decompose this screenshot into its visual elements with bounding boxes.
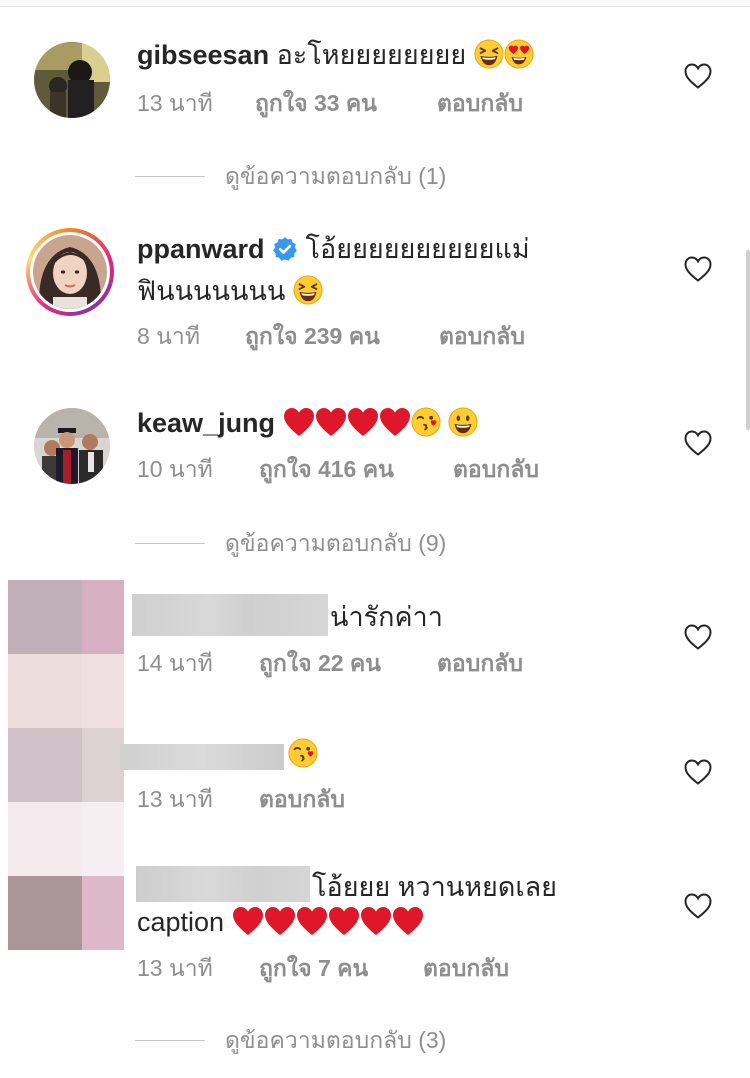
red-heart-emoji [328, 906, 360, 936]
like-count[interactable]: ถูกใจ 33 คน [255, 88, 377, 118]
avatar[interactable] [33, 235, 107, 309]
reply-button[interactable]: ตอบกลับ [259, 784, 345, 814]
red-heart-emoji [392, 906, 424, 936]
comment-text: อะโหยยยยยยยย [276, 40, 467, 70]
timestamp: 13 นาที [137, 786, 213, 812]
reply-button[interactable]: ตอบกลับ [437, 88, 523, 118]
like-count[interactable]: ถูกใจ 239 คน [245, 321, 380, 351]
like-count[interactable]: ถูกใจ 416 คน [259, 454, 394, 484]
red-heart-emoji [264, 906, 296, 936]
comment-line: น่ารักค่าา [330, 600, 443, 634]
view-replies-label[interactable]: ดูข้อความตอบกลับ (9) [225, 528, 446, 558]
red-heart-emoji [296, 906, 328, 936]
timestamp: 14 นาที [137, 650, 213, 676]
like-heart-icon[interactable] [684, 893, 712, 919]
red-heart-emoji [360, 906, 392, 936]
comment-meta: 13 นาที ถูกใจ 33 คน ตอบกลับ [137, 88, 557, 118]
red-heart-emoji [232, 906, 264, 936]
laughing-emoji [474, 39, 504, 69]
like-count[interactable]: ถูกใจ 7 คน [259, 953, 368, 983]
timestamp: 13 นาที [137, 955, 213, 981]
timestamp: 10 นาที [137, 456, 213, 482]
like-heart-icon[interactable] [684, 63, 712, 89]
timestamp: 13 นาที [137, 90, 213, 116]
red-heart-emoji [283, 407, 315, 437]
heart-eyes-emoji [504, 39, 534, 69]
reply-button[interactable]: ตอบกลับ [453, 454, 539, 484]
username[interactable]: keaw_jung [137, 408, 275, 438]
blurred-username [132, 594, 328, 636]
blurred-username [136, 866, 310, 902]
view-replies[interactable]: ดูข้อความตอบกลับ (1) [135, 161, 495, 191]
blurred-username [120, 744, 284, 770]
like-heart-icon[interactable] [684, 256, 712, 282]
comment-meta: 10 นาที ถูกใจ 416 คน ตอบกลับ [137, 454, 577, 484]
view-replies[interactable]: ดูข้อความตอบกลับ (9) [135, 528, 495, 558]
like-heart-icon[interactable] [684, 430, 712, 456]
grinning-emoji [448, 407, 478, 437]
divider-line [135, 176, 205, 177]
comment-line: ฟินนนนนนน [137, 274, 323, 308]
username[interactable]: ppanward [137, 234, 265, 264]
divider-line [135, 1040, 205, 1041]
red-heart-emoji [379, 407, 411, 437]
avatar[interactable] [34, 42, 110, 118]
reply-button[interactable]: ตอบกลับ [439, 321, 525, 351]
kissing-emoji [411, 407, 441, 437]
red-heart-emoji [347, 407, 379, 437]
view-replies-label[interactable]: ดูข้อความตอบกลับ (1) [225, 161, 446, 191]
comment-line: keaw_jung [137, 406, 478, 440]
timestamp: 8 นาที [137, 323, 200, 349]
like-heart-icon[interactable] [684, 624, 712, 650]
like-count[interactable]: ถูกใจ 22 คน [259, 648, 381, 678]
comment-line: gibseesan อะโหยยยยยยยย [137, 38, 534, 72]
like-heart-icon[interactable] [684, 759, 712, 785]
pixelated-avatars [8, 580, 124, 950]
view-replies-label[interactable]: ดูข้อความตอบกลับ (3) [225, 1025, 446, 1055]
top-divider [0, 0, 750, 7]
laughing-emoji [293, 275, 323, 305]
comment-meta: 13 นาที ตอบกลับ [137, 784, 437, 814]
view-replies[interactable]: ดูข้อความตอบกลับ (3) [135, 1025, 495, 1055]
comment-text: ฟินนนนนนน [137, 276, 286, 306]
comment-line: โอ้ยยย หวานหยดเลย [312, 870, 557, 904]
comment-text: น่ารักค่าา [330, 602, 443, 632]
reply-button[interactable]: ตอบกลับ [423, 953, 509, 983]
avatar[interactable] [34, 408, 110, 484]
comment-text: โอ้ยยยยยยยยยยแม่ [305, 234, 530, 264]
story-ring[interactable] [26, 228, 114, 316]
comment-line: caption [137, 905, 424, 939]
comment-text: caption [137, 907, 225, 937]
comment-meta: 14 นาที ถูกใจ 22 คน ตอบกลับ [137, 648, 557, 678]
verified-badge-icon [272, 236, 298, 262]
scrollbar[interactable] [746, 250, 750, 430]
username[interactable]: gibseesan [137, 40, 269, 70]
red-heart-emoji [315, 407, 347, 437]
kissing-emoji [288, 738, 318, 768]
comment-meta: 13 นาที ถูกใจ 7 คน ตอบกลับ [137, 953, 557, 983]
divider-line [135, 543, 205, 544]
comment-text: โอ้ยยย หวานหยดเลย [312, 872, 558, 902]
reply-button[interactable]: ตอบกลับ [437, 648, 523, 678]
comment-meta: 8 นาที ถูกใจ 239 คน ตอบกลับ [137, 321, 557, 351]
comment-line: ppanward โอ้ยยยยยยยยยยแม่ [137, 232, 530, 266]
